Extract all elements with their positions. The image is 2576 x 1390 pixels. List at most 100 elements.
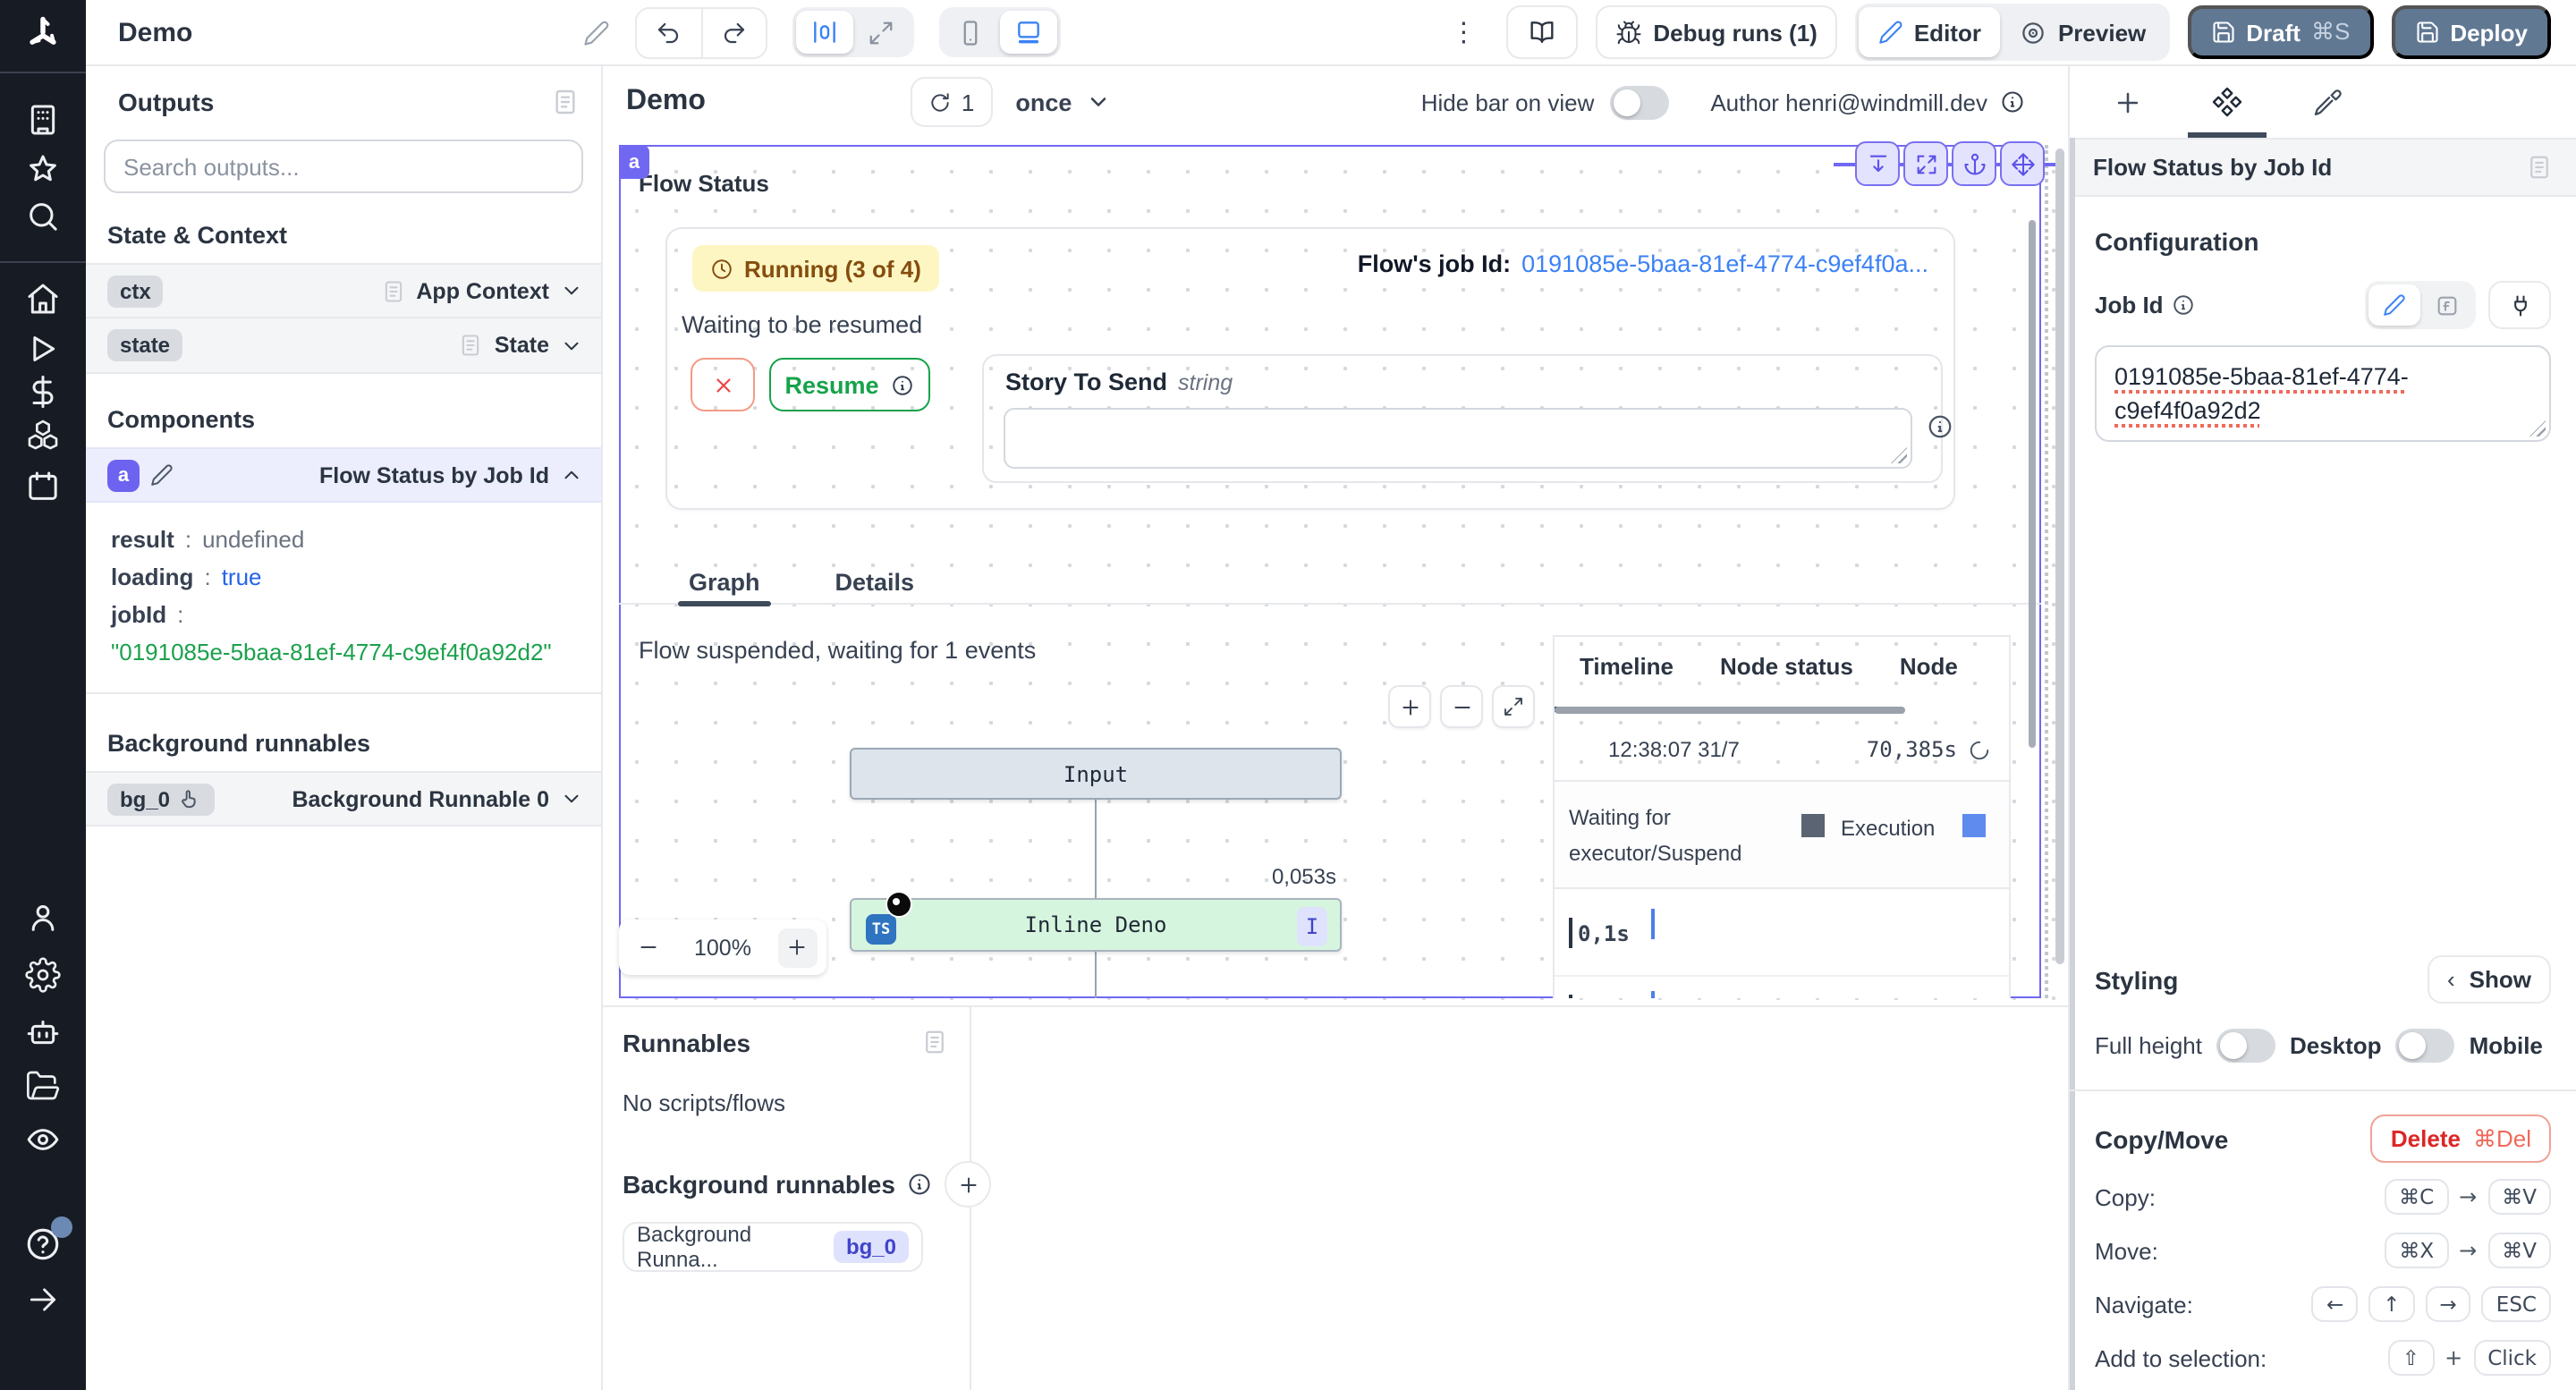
node-id-badge: I: [1297, 907, 1327, 946]
flow-status-card: Running (3 of 4) Flow's job Id: 0191085e…: [665, 227, 1955, 510]
panel-doc-icon[interactable]: [551, 88, 580, 116]
legend-wait-label: Waiting for: [1569, 805, 1671, 830]
add-runnable-button[interactable]: [945, 1161, 992, 1208]
app-canvas[interactable]: a Flow Status Running (3 of 4): [603, 138, 2068, 1005]
kebab-menu-icon[interactable]: ⋮: [1445, 16, 1481, 48]
tab-insert-plus[interactable]: [2077, 66, 2177, 138]
tab-node[interactable]: Node: [1900, 653, 1958, 701]
desktop-view-toggle[interactable]: [999, 11, 1056, 54]
search-input[interactable]: [104, 140, 583, 193]
show-styling-button[interactable]: ‹ Show: [2428, 955, 2551, 1004]
expression-fx-icon[interactable]: [2420, 284, 2472, 326]
zoom-out-icon[interactable]: [628, 928, 667, 967]
panel-doc-icon[interactable]: [921, 1029, 948, 1055]
state-row[interactable]: state State: [86, 318, 601, 374]
canvas-scrollbar[interactable]: [2055, 148, 2064, 964]
zoom-out-icon[interactable]: [1440, 685, 1483, 728]
settings-gear-icon[interactable]: [25, 957, 61, 993]
info-icon[interactable]: [2000, 89, 2025, 114]
panel-doc-icon[interactable]: [2526, 154, 2553, 181]
bg-runnable-row[interactable]: bg_0 Background Runnable 0: [86, 771, 601, 826]
info-icon: [892, 373, 915, 396]
help-icon[interactable]: [24, 1225, 62, 1272]
expand-icon[interactable]: [1903, 141, 1948, 186]
search-icon[interactable]: [25, 199, 61, 234]
delete-button[interactable]: Delete ⌘Del: [2371, 1115, 2551, 1163]
dock-down-icon[interactable]: [1855, 141, 1900, 186]
full-height-toggle[interactable]: [2216, 1029, 2275, 1063]
tab-preview[interactable]: Preview: [2001, 7, 2165, 57]
author-label: Author henri@windmill.dev: [1710, 89, 1987, 115]
schedules-calendar-icon[interactable]: [25, 469, 61, 504]
rename-pencil-icon[interactable]: [582, 19, 609, 46]
component-row-a[interactable]: a Flow Status by Job Id: [86, 447, 601, 503]
debug-runs-button[interactable]: Debug runs (1): [1596, 5, 1836, 59]
tab-component-settings[interactable]: [2177, 66, 2277, 138]
tab-node-status[interactable]: Node status: [1720, 653, 1853, 701]
folders-icon[interactable]: [25, 1068, 61, 1104]
prop-key[interactable]: loading: [111, 564, 193, 590]
selection-resize-handle[interactable]: [2045, 145, 2048, 998]
move-icon[interactable]: [2000, 141, 2045, 186]
selection-id-badge: a: [619, 145, 649, 179]
redo-button[interactable]: [700, 8, 765, 56]
schedule-dropdown[interactable]: once: [1015, 89, 1111, 115]
deploy-button[interactable]: Deploy: [2391, 5, 2551, 59]
center-content-toggle[interactable]: [795, 11, 852, 54]
canvas-app-title: Demo: [626, 86, 706, 118]
desktop-toggle[interactable]: [2396, 1029, 2455, 1063]
deno-icon: [886, 891, 912, 918]
row-doc-icon: [380, 278, 405, 303]
hide-bar-toggle[interactable]: [1610, 85, 1669, 119]
fullscreen-toggle[interactable]: [852, 11, 910, 54]
static-input-pencil-icon[interactable]: [2368, 284, 2420, 326]
zoom-in-icon[interactable]: [778, 928, 818, 967]
story-to-send-textarea[interactable]: [1004, 408, 1912, 469]
tab-editor[interactable]: Editor: [1859, 7, 2001, 57]
prop-value: true: [222, 564, 262, 590]
bg-runnable-item[interactable]: Background Runna... bg_0: [623, 1222, 923, 1272]
favorites-star-icon[interactable]: [25, 152, 61, 188]
docs-book-button[interactable]: [1506, 5, 1578, 59]
graph-node-input[interactable]: Input: [850, 748, 1342, 800]
prop-key[interactable]: jobId: [111, 601, 166, 628]
info-icon[interactable]: [908, 1172, 933, 1197]
cancel-button[interactable]: [691, 358, 755, 411]
tab-timeline[interactable]: Timeline: [1580, 653, 1674, 701]
draft-button[interactable]: Draft ⌘S: [2187, 5, 2373, 59]
styling-title: Styling: [2095, 965, 2178, 994]
info-icon[interactable]: [2173, 293, 2196, 317]
resume-button[interactable]: Resume: [769, 358, 930, 411]
runs-play-icon[interactable]: [25, 331, 61, 367]
users-icon[interactable]: [25, 900, 61, 936]
fit-view-icon[interactable]: [1492, 685, 1535, 728]
undo-button[interactable]: [636, 8, 700, 56]
chevron-down-icon: [560, 279, 583, 302]
selection-toolbar: [1855, 141, 2045, 186]
job-id-link[interactable]: 0191085e-5baa-81ef-4774-c9ef4f0a...: [1521, 250, 1928, 277]
windmill-logo-icon[interactable]: [23, 14, 63, 54]
tab-graph[interactable]: Graph: [689, 560, 760, 603]
collapse-arrow-icon[interactable]: [26, 1283, 60, 1317]
job-id-input[interactable]: 0191085e-5baa-81ef-4774- c9ef4f0a92d2: [2095, 345, 2551, 442]
zoom-in-icon[interactable]: [1388, 685, 1431, 728]
resources-cubes-icon[interactable]: [25, 417, 61, 453]
tab-details[interactable]: Details: [835, 560, 915, 603]
info-icon[interactable]: [1927, 413, 1953, 440]
graph-node-inline-deno[interactable]: TS Inline Deno I: [850, 898, 1342, 952]
ctx-row[interactable]: ctx App Context: [86, 263, 601, 318]
home-icon[interactable]: [25, 281, 61, 317]
component-scrollbar[interactable]: [2029, 220, 2036, 748]
prop-key[interactable]: result: [111, 526, 174, 553]
connect-plug-icon[interactable]: [2488, 281, 2551, 329]
workspace-icon[interactable]: [25, 102, 61, 138]
audit-eye-icon[interactable]: [25, 1122, 61, 1157]
edit-pencil-icon[interactable]: [150, 463, 174, 487]
anchor-icon[interactable]: [1952, 141, 1996, 186]
tab-styling-brush[interactable]: [2277, 66, 2377, 138]
mobile-view-toggle[interactable]: [942, 11, 999, 54]
variables-dollar-icon[interactable]: [25, 374, 61, 410]
horizontal-scrollbar[interactable]: [1555, 707, 1905, 714]
refresh-count-button[interactable]: 1: [911, 77, 992, 127]
workers-robot-icon[interactable]: [25, 1014, 61, 1050]
